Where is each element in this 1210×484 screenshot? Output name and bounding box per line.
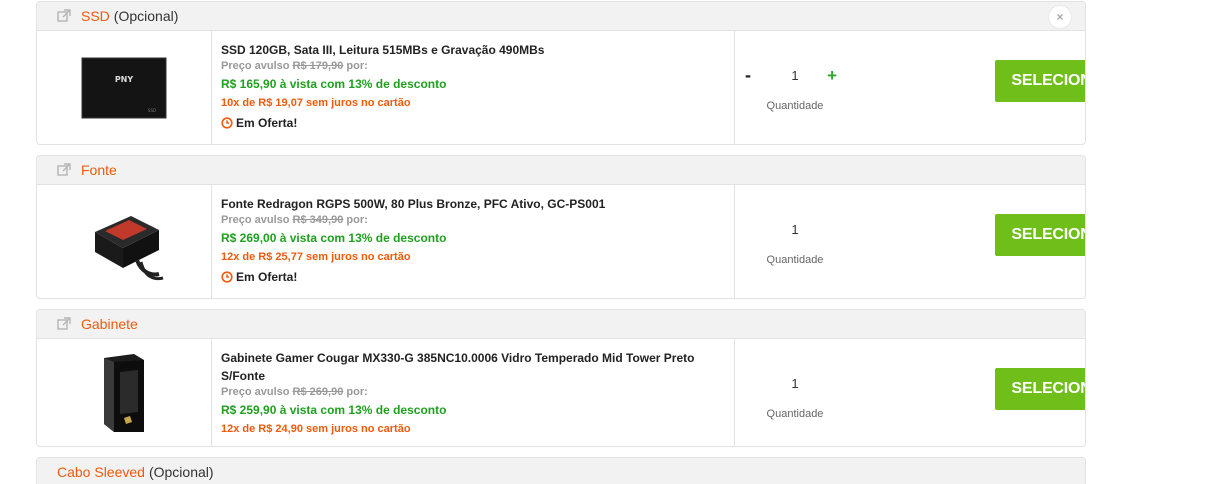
cash-price: R$ 269,00 à vista com 13% de desconto [221,231,447,245]
old-price-prefix: Preço avulso [221,386,290,398]
external-link-icon[interactable] [57,9,71,23]
product-image[interactable] [37,339,212,446]
product-name[interactable]: SSD 120GB, Sata III, Leitura 515MBs e Gr… [221,41,725,59]
selected-button[interactable]: SELECIONADO [995,214,1085,256]
close-icon: × [1056,10,1064,24]
selected-button[interactable]: SELECIONADO [995,368,1085,410]
section-gabinete: Gabinete Gabinete Gamer Cougar MX330-G 3… [36,309,1086,447]
installments: 10x de R$ 19,07 sem juros no cartão [221,97,411,109]
old-price-suffix: por: [346,60,368,72]
quantity-label: Quantidade [766,254,824,266]
old-price: Preço avulso R$ 179,90 por: [221,59,725,74]
product-info: SSD 120GB, Sata III, Leitura 515MBs e Gr… [212,31,735,144]
section-title: Fonte [81,162,117,178]
section-ssd: SSD (Opcional) × PNY SSD SSD 120GB, Sata… [36,1,1086,145]
quantity-stepper: - 1 + Quantidade [735,31,855,144]
quantity-value[interactable]: 1 [735,68,855,83]
product-image[interactable]: PNY SSD [37,31,212,144]
selected-button-label: SELECIONADO [1011,72,1085,89]
section-header: Gabinete [37,310,1085,339]
quantity-label: Quantidade [766,408,824,420]
quantity-display: 1 Quantidade [735,185,855,298]
optional-label: (Opcional) [113,8,179,24]
section-title: SSD [81,8,110,24]
section-cabo-sleeved: Cabo Sleeved (Opcional) [36,457,1086,484]
product-info: Fonte Redragon RGPS 500W, 80 Plus Bronze… [212,185,735,298]
offer-badge: Em Oferta! [221,266,725,288]
old-price: Preço avulso R$ 349,90 por: [221,213,725,228]
offer-badge: Em Oferta! [221,112,725,134]
quantity-label: Quantidade [766,100,824,112]
offer-label: Em Oferta! [236,116,298,130]
clock-icon [221,271,233,283]
old-price-prefix: Preço avulso [221,60,290,72]
quantity-display: 1 Quantidade [735,339,855,446]
old-price: Preço avulso R$ 269,90 por: [221,385,725,400]
close-button[interactable]: × [1048,5,1072,29]
old-price-suffix: por: [346,214,368,226]
product-name[interactable]: Fonte Redragon RGPS 500W, 80 Plus Bronze… [221,195,725,213]
external-link-icon[interactable] [57,317,71,331]
ssd-image: PNY SSD [81,57,167,118]
svg-text:PNY: PNY [115,75,134,84]
selected-button[interactable]: SELECIONADO [995,60,1085,102]
section-header: SSD (Opcional) × [37,2,1085,31]
clock-icon [221,117,233,129]
section-header: Cabo Sleeved (Opcional) [37,458,1085,484]
section-title: Gabinete [81,316,138,332]
product-image[interactable] [37,185,212,298]
product-info: Gabinete Gamer Cougar MX330-G 385NC10.00… [212,339,735,446]
cash-price: R$ 259,90 à vista com 13% de desconto [221,403,447,417]
old-price-value: R$ 349,90 [292,214,344,226]
section-header: Fonte [37,156,1085,185]
increase-button[interactable]: + [827,66,837,86]
section-fonte: Fonte Fonte Redragon RGPS 500W, 80 Plus … [36,155,1086,299]
quantity-value: 1 [791,376,799,391]
old-price-prefix: Preço avulso [221,214,290,226]
cash-price: R$ 165,90 à vista com 13% de desconto [221,77,447,91]
old-price-value: R$ 269,90 [292,386,344,398]
selected-button-label: SELECIONADO [1011,226,1085,243]
old-price-suffix: por: [346,386,368,398]
old-price-value: R$ 179,90 [292,60,344,72]
svg-text:SSD: SSD [148,108,156,113]
power-supply-image [95,215,164,280]
installments: 12x de R$ 24,90 sem juros no cartão [221,423,411,435]
quantity-value: 1 [791,222,799,237]
external-link-icon[interactable] [57,163,71,177]
optional-label: (Opcional) [148,464,214,480]
section-title: Cabo Sleeved [57,464,145,480]
installments: 12x de R$ 25,77 sem juros no cartão [221,251,411,263]
selected-button-label: SELECIONADO [1011,380,1085,397]
product-name[interactable]: Gabinete Gamer Cougar MX330-G 385NC10.00… [221,349,725,385]
offer-label: Em Oferta! [236,270,298,284]
case-image [104,353,144,432]
